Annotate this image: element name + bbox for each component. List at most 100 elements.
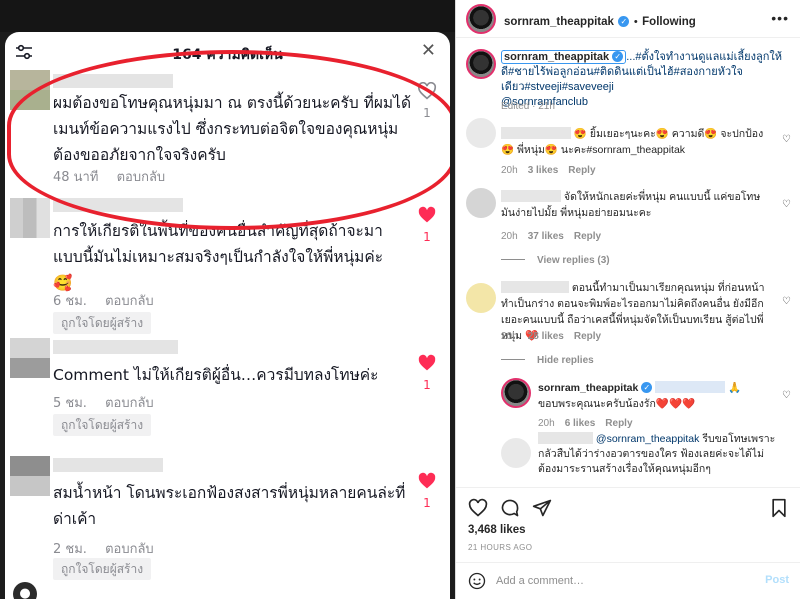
comment-time: 6 ชม. bbox=[53, 294, 87, 309]
heart-icon[interactable] bbox=[468, 498, 488, 518]
instagram-panel: sornram_theappitak ✓ • Following ••• sor… bbox=[455, 0, 800, 599]
add-comment-input[interactable] bbox=[496, 571, 736, 591]
reply-time: 20h bbox=[538, 418, 555, 429]
blurred-username[interactable] bbox=[53, 74, 173, 88]
following-button[interactable]: Following bbox=[642, 16, 696, 28]
more-options-icon[interactable]: ••• bbox=[771, 10, 789, 26]
heart-filled-icon bbox=[418, 472, 436, 489]
reply-button[interactable]: Reply bbox=[605, 418, 632, 429]
heart-outline-icon[interactable]: ♡ bbox=[782, 199, 791, 210]
comment-likes[interactable]: 28 likes bbox=[528, 331, 564, 342]
close-icon[interactable]: ✕ bbox=[421, 42, 436, 60]
comment-meta: 6 ชม. ตอบกลับ bbox=[53, 290, 154, 311]
avatar[interactable] bbox=[466, 4, 496, 34]
comment-likes[interactable]: 3 likes bbox=[528, 165, 559, 176]
post-header: sornram_theappitak ✓ • Following ••• bbox=[456, 0, 800, 38]
reply-link[interactable]: ตอบกลับ bbox=[117, 170, 166, 185]
verified-badge-icon: ✓ bbox=[612, 51, 624, 62]
comment-text: สมน้ำหน้า โดนพระเอกฟ้องสงสารพี่หนุ่มหลาย… bbox=[53, 484, 406, 528]
bookmark-icon[interactable] bbox=[769, 498, 789, 518]
caption-username[interactable]: sornram_theappitak bbox=[504, 51, 609, 63]
verified-badge-icon: ✓ bbox=[641, 382, 653, 393]
like-count: 1 bbox=[423, 496, 431, 510]
comment-likes[interactable]: 37 likes bbox=[528, 231, 564, 242]
likes-count[interactable]: 3,468 likes bbox=[468, 524, 526, 536]
avatar[interactable] bbox=[466, 283, 496, 313]
blurred-text bbox=[655, 381, 726, 393]
reply-button[interactable]: Reply bbox=[574, 331, 601, 342]
blurred-username[interactable] bbox=[538, 432, 593, 444]
heart-filled-icon bbox=[418, 354, 436, 371]
avatar[interactable] bbox=[10, 456, 50, 496]
verified-badge-icon: ✓ bbox=[618, 16, 630, 27]
like-count: 1 bbox=[423, 106, 431, 120]
separator-dot: • bbox=[633, 16, 638, 28]
heart-outline-icon[interactable]: ♡ bbox=[782, 296, 791, 307]
reply-link[interactable]: ตอบกลับ bbox=[105, 396, 154, 411]
heart-outline-icon[interactable]: ♡ bbox=[782, 134, 791, 145]
view-replies-toggle[interactable]: View replies (3) bbox=[501, 255, 610, 266]
comment-text: 😍 ยิ้มเยอะๆนะคะ😍 ความดี😍 จะปกป้อง😍 พี่หน… bbox=[501, 126, 771, 158]
reply-text: sornram_theappitak ✓ 🙏 ขอบพระคุณนะครับน้… bbox=[538, 380, 768, 412]
comment-text: การให้เกียรติในพื้นที่ของคนอื่นสำคัญที่ส… bbox=[53, 222, 384, 292]
post-timestamp: 21 HOURS AGO bbox=[468, 543, 533, 552]
blurred-username[interactable] bbox=[53, 340, 178, 354]
avatar[interactable] bbox=[10, 198, 50, 238]
hide-replies-toggle[interactable]: Hide replies bbox=[501, 355, 594, 366]
heart-outline-icon[interactable]: ♡ bbox=[782, 390, 791, 401]
reply-link[interactable]: ตอบกลับ bbox=[105, 294, 154, 309]
comments-sheet: 164 ความคิดเห็น ✕ ผมต้องขอโทษคุณหนุ่มมา … bbox=[5, 32, 450, 599]
reply-button[interactable]: Reply bbox=[574, 231, 601, 242]
post-button[interactable]: Post bbox=[765, 574, 789, 586]
share-icon[interactable] bbox=[532, 498, 552, 518]
avatar[interactable] bbox=[10, 70, 50, 110]
creator-liked-badge: ถูกใจโดยผู้สร้าง bbox=[53, 414, 152, 436]
comment-time: 2 ชม. bbox=[53, 542, 87, 557]
blurred-username[interactable] bbox=[501, 190, 561, 202]
add-comment-bar: Post bbox=[456, 562, 800, 599]
creator-liked-badge: ถูกใจโดยผู้สร้าง bbox=[53, 558, 152, 580]
reply-text: @sornram_theappitak รีบขอโทษเพราะกลัวสืบ… bbox=[538, 432, 778, 477]
comment-text: Comment ไม่ให้เกียรติผู้อื่น…ควรมีบทลงโท… bbox=[53, 366, 379, 384]
reply-link[interactable]: ตอบกลับ bbox=[105, 542, 154, 557]
blurred-username[interactable] bbox=[53, 198, 183, 212]
blurred-username[interactable] bbox=[501, 281, 569, 293]
tiktok-panel: 164 ความคิดเห็น ✕ ผมต้องขอโทษคุณหนุ่มมา … bbox=[0, 0, 455, 599]
heart-outline-icon bbox=[417, 81, 437, 100]
avatar[interactable] bbox=[466, 49, 496, 79]
video-top-strip bbox=[0, 0, 455, 32]
comment-meta: 20h 28 likes Reply bbox=[501, 331, 601, 342]
comment-time: 5 ชม. bbox=[53, 396, 87, 411]
blurred-username[interactable] bbox=[53, 458, 163, 472]
reply-mention[interactable]: @sornram_theappitak bbox=[596, 433, 699, 445]
avatar[interactable] bbox=[501, 378, 531, 408]
pray-emoji: 🙏 bbox=[728, 382, 742, 394]
header-user-line: sornram_theappitak ✓ • Following bbox=[504, 12, 696, 30]
comment-time: 20h bbox=[501, 331, 518, 342]
profile-icon[interactable]: ● bbox=[13, 582, 37, 599]
avatar[interactable] bbox=[501, 438, 531, 468]
comment-text: ผมต้องขอโทษคุณหนุ่มมา ณ ตรงนี้ด้วยนะครับ… bbox=[53, 94, 412, 164]
like-button[interactable]: 1 bbox=[416, 206, 438, 244]
avatar[interactable] bbox=[10, 338, 50, 378]
caption-hashtags[interactable]: #ชายไร้พ่อลูกอ่อน#ติดดินแต่เป็นไฮ้#สองกา… bbox=[501, 66, 743, 93]
post-actions bbox=[456, 487, 800, 527]
comment-icon[interactable] bbox=[500, 498, 520, 518]
comment-time: 20h bbox=[501, 231, 518, 242]
reply-button[interactable]: Reply bbox=[568, 165, 595, 176]
creator-liked-badge: ถูกใจโดยผู้สร้าง bbox=[53, 312, 152, 334]
edited-timestamp: Edited · 21h bbox=[501, 101, 555, 112]
reply-username[interactable]: sornram_theappitak bbox=[538, 382, 638, 394]
reply-body: ขอบพระคุณนะครับน้องรัก❤️❤️❤️ bbox=[538, 398, 696, 410]
reply-likes[interactable]: 6 likes bbox=[565, 418, 596, 429]
like-button[interactable]: 1 bbox=[416, 81, 438, 120]
emoji-icon[interactable] bbox=[468, 572, 486, 590]
blurred-username[interactable] bbox=[501, 127, 571, 139]
comments-header: 164 ความคิดเห็น ✕ bbox=[5, 32, 450, 72]
header-username[interactable]: sornram_theappitak bbox=[504, 16, 614, 28]
like-button[interactable]: 1 bbox=[416, 354, 438, 392]
like-button[interactable]: 1 bbox=[416, 472, 438, 510]
avatar[interactable] bbox=[466, 188, 496, 218]
comment-meta: 2 ชม. ตอบกลับ bbox=[53, 538, 154, 559]
avatar[interactable] bbox=[466, 118, 496, 148]
